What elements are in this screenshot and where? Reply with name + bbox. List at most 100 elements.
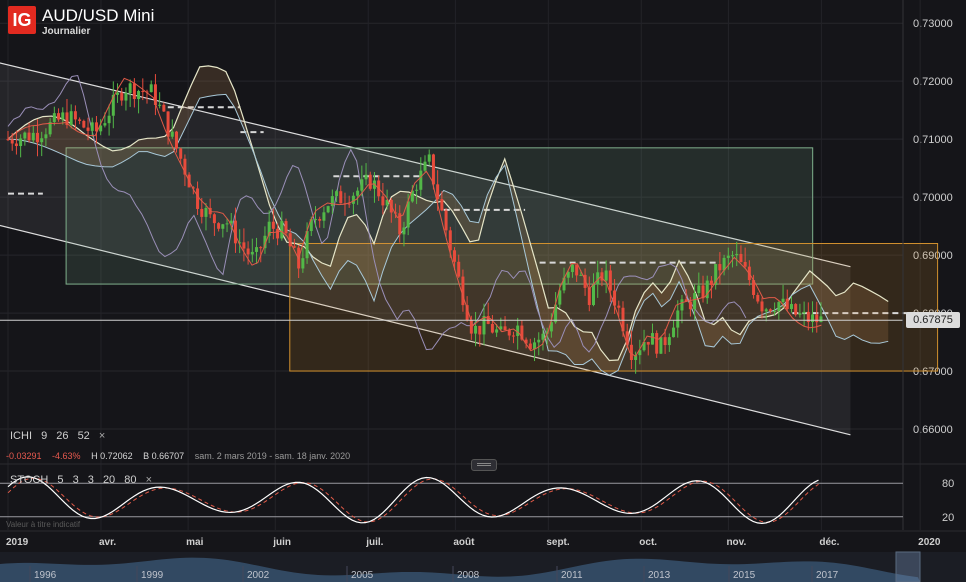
candle-body bbox=[204, 207, 208, 217]
ichimoku-p3: 52 bbox=[77, 430, 90, 442]
candle-body bbox=[221, 224, 225, 229]
candle-body bbox=[259, 247, 263, 249]
candle-body bbox=[701, 285, 705, 299]
change-value: -0.03291 bbox=[6, 451, 42, 461]
candle-body bbox=[785, 298, 789, 309]
navigator-year-label: 2017 bbox=[816, 570, 839, 581]
candle-body bbox=[406, 201, 410, 228]
candle-body bbox=[731, 255, 735, 257]
candle-body bbox=[789, 304, 793, 309]
candle-body bbox=[592, 284, 596, 306]
candle-body bbox=[318, 219, 322, 221]
candle-body bbox=[604, 270, 608, 281]
candle-body bbox=[650, 333, 654, 345]
candle-body bbox=[688, 301, 692, 310]
ichimoku-p1: 9 bbox=[41, 430, 48, 442]
candle-body bbox=[802, 311, 806, 314]
candle-body bbox=[339, 191, 343, 204]
stochastic-legend[interactable]: STOCH 5 3 3 20 80 × bbox=[10, 474, 158, 486]
candle-body bbox=[819, 316, 823, 323]
candle-body bbox=[427, 154, 431, 162]
candle-body bbox=[19, 138, 23, 147]
candle-body bbox=[116, 92, 120, 95]
pane-resize-handle[interactable] bbox=[471, 459, 497, 471]
candle-body bbox=[587, 287, 591, 306]
navigator-year-label: 2002 bbox=[247, 570, 270, 581]
candle-body bbox=[250, 251, 254, 255]
stoch-level-label: 80 bbox=[942, 478, 954, 490]
candle-body bbox=[735, 253, 739, 256]
candle-body bbox=[815, 314, 819, 323]
x-tick-label: juil. bbox=[365, 537, 383, 548]
candle-body bbox=[781, 298, 785, 303]
stoch-p2: 3 bbox=[72, 474, 79, 486]
ichimoku-close-icon[interactable]: × bbox=[99, 430, 105, 442]
candle-body bbox=[474, 325, 478, 334]
stoch-p1: 5 bbox=[57, 474, 64, 486]
instrument-title[interactable]: AUD/USD Mini bbox=[42, 6, 154, 26]
candle-body bbox=[158, 104, 162, 106]
candle-body bbox=[137, 91, 141, 99]
navigator-year-label: 2005 bbox=[351, 570, 374, 581]
candle-body bbox=[242, 242, 246, 249]
candle-body bbox=[617, 305, 621, 308]
stoch-p5: 80 bbox=[124, 474, 137, 486]
candle-body bbox=[225, 223, 229, 225]
stoch-level-label: 20 bbox=[942, 512, 954, 524]
navigator-window bbox=[895, 551, 921, 582]
candle-body bbox=[196, 188, 200, 209]
candle-body bbox=[347, 203, 351, 205]
candle-body bbox=[655, 333, 659, 354]
candle-body bbox=[452, 250, 456, 262]
candle-body bbox=[170, 131, 174, 137]
candle-body bbox=[777, 302, 781, 311]
y-tick-label: 0.66000 bbox=[913, 424, 953, 436]
candle-body bbox=[511, 335, 515, 337]
price-chart[interactable]: 0.730000.720000.710000.700000.690000.680… bbox=[0, 0, 966, 582]
ichimoku-name: ICHI bbox=[10, 430, 32, 442]
chart-header: IG AUD/USD Mini Journalier bbox=[8, 6, 154, 37]
candle-body bbox=[368, 174, 372, 189]
candle-body bbox=[579, 274, 583, 276]
candle-body bbox=[200, 208, 204, 217]
candle-body bbox=[31, 132, 35, 141]
candle-body bbox=[217, 223, 221, 229]
candle-body bbox=[436, 184, 440, 200]
candle-body bbox=[773, 310, 777, 312]
candle-body bbox=[402, 227, 406, 235]
current-price-tag: 0.67875 bbox=[906, 312, 960, 328]
candle-body bbox=[360, 179, 364, 191]
candle-body bbox=[764, 309, 768, 312]
change-percent: -4.63% bbox=[52, 451, 81, 461]
x-tick-label: avr. bbox=[99, 537, 116, 548]
candle-body bbox=[162, 104, 166, 112]
candle-body bbox=[760, 301, 764, 312]
navigator-year-label: 1999 bbox=[141, 570, 164, 581]
candle-body bbox=[322, 212, 326, 221]
candle-body bbox=[61, 112, 65, 120]
candle-body bbox=[149, 84, 153, 93]
candle-body bbox=[57, 113, 61, 120]
candle-body bbox=[40, 138, 44, 143]
candle-body bbox=[448, 230, 452, 251]
candle-body bbox=[718, 264, 722, 271]
candle-body bbox=[608, 270, 612, 291]
candle-body bbox=[103, 123, 107, 126]
timeframe-label[interactable]: Journalier bbox=[42, 26, 154, 37]
candle-body bbox=[419, 170, 423, 190]
candle-body bbox=[646, 342, 650, 345]
low-value: B 0.66707 bbox=[143, 451, 185, 461]
candle-body bbox=[90, 122, 94, 131]
candle-body bbox=[490, 323, 494, 333]
candle-body bbox=[82, 120, 86, 128]
x-tick-label: déc. bbox=[819, 537, 839, 548]
candle-body bbox=[179, 148, 183, 159]
ichimoku-p2: 26 bbox=[56, 430, 69, 442]
navigator-year-label: 1996 bbox=[34, 570, 57, 581]
candle-body bbox=[726, 255, 730, 258]
candle-body bbox=[415, 189, 419, 191]
ichimoku-legend[interactable]: ICHI 9 26 52 × bbox=[10, 430, 111, 442]
candle-body bbox=[120, 92, 124, 101]
stoch-close-icon[interactable]: × bbox=[146, 474, 152, 486]
candle-body bbox=[124, 93, 128, 101]
